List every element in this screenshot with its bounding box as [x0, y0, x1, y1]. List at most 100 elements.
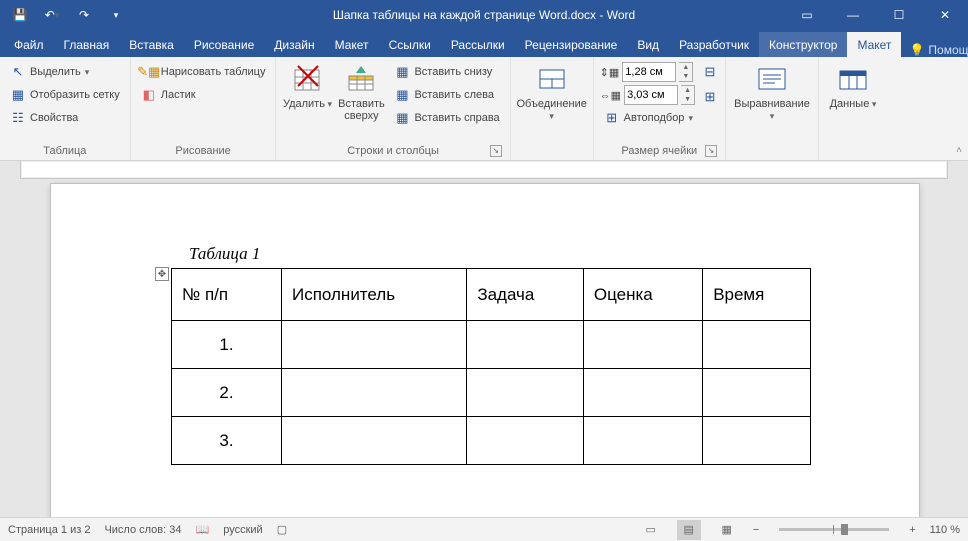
col-width-spinner[interactable]: ▲▼	[681, 85, 695, 105]
merge-button[interactable]: Объединение	[517, 61, 587, 155]
tab-file[interactable]: Файл	[4, 32, 54, 57]
word-count-status[interactable]: Число слов: 34	[104, 524, 181, 536]
horizontal-ruler[interactable]	[20, 161, 948, 179]
insert-below-button[interactable]: ▦Вставить снизу	[390, 61, 503, 83]
data-button[interactable]: Данные	[825, 61, 881, 155]
table-row[interactable]: 3.	[172, 417, 811, 465]
view-gridlines-button[interactable]: ▦Отобразить сетку	[6, 84, 124, 106]
table-header-cell[interactable]: Задача	[467, 269, 584, 321]
eraser-button[interactable]: ◧Ластик	[137, 84, 270, 106]
undo-button[interactable]: ↶	[40, 3, 64, 27]
print-layout-view-button[interactable]: ▤	[677, 520, 701, 540]
tab-references[interactable]: Ссылки	[379, 32, 441, 57]
tab-developer[interactable]: Разработчик	[669, 32, 759, 57]
minimize-button[interactable]: ―	[830, 0, 876, 30]
properties-button[interactable]: ☷Свойства	[6, 107, 124, 129]
tab-mailings[interactable]: Рассылки	[441, 32, 515, 57]
insert-left-icon: ▦	[394, 87, 410, 103]
table-cell[interactable]	[467, 369, 584, 417]
language-status[interactable]: русский	[223, 524, 262, 536]
table-caption[interactable]: Таблица 1	[189, 244, 799, 264]
row-height-field[interactable]	[622, 62, 676, 82]
maximize-button[interactable]: ☐	[876, 0, 922, 30]
distribute-rows-button[interactable]: ⊟	[701, 61, 719, 83]
table-cell[interactable]	[467, 417, 584, 465]
spellcheck-status[interactable]: 📖	[196, 523, 210, 536]
redo-button[interactable]: ↷	[72, 3, 96, 27]
table-cell[interactable]: 1.	[172, 321, 282, 369]
table-cell[interactable]	[282, 369, 467, 417]
table-cell[interactable]	[467, 321, 584, 369]
table-header-cell[interactable]: Исполнитель	[282, 269, 467, 321]
insert-above-button[interactable]: Вставить сверху	[336, 61, 386, 143]
tab-insert[interactable]: Вставка	[119, 32, 184, 57]
alignment-button[interactable]: Выравнивание	[732, 61, 812, 155]
distribute-cols-icon: ⊞	[702, 89, 718, 105]
table-cell[interactable]	[282, 321, 467, 369]
cell-size-dialog-launcher[interactable]: ↘	[705, 145, 717, 157]
title-bar: 💾 ↶ ↷ ▾ Шапка таблицы на каждой странице…	[0, 0, 968, 30]
tab-view[interactable]: Вид	[627, 32, 669, 57]
draw-table-button[interactable]: ✎▦Нарисовать таблицу	[137, 61, 270, 83]
table-cell[interactable]	[583, 369, 702, 417]
qat-customize-button[interactable]: ▾	[104, 3, 128, 27]
group-cell-size: ⇕▦▲▼ ⇔▦▲▼ ⊞Автоподбор ⊟ ⊞ Размер ячейки↘	[594, 57, 726, 160]
group-data: Данные	[819, 57, 887, 160]
table-cell[interactable]	[703, 321, 811, 369]
zoom-slider-thumb[interactable]	[841, 524, 848, 535]
zoom-out-button[interactable]: −	[753, 524, 759, 536]
document-table[interactable]: № п/п Исполнитель Задача Оценка Время 1.…	[171, 268, 811, 465]
tell-me-search[interactable]: 💡 Помощн	[901, 43, 968, 57]
read-mode-view-button[interactable]: ▭	[639, 520, 663, 540]
page-number-status[interactable]: Страница 1 из 2	[8, 524, 90, 536]
group-data-label	[825, 155, 881, 160]
table-cell[interactable]	[703, 417, 811, 465]
zoom-level[interactable]: 110 %	[930, 524, 960, 536]
eraser-icon: ◧	[141, 87, 157, 103]
table-cell[interactable]	[583, 321, 702, 369]
table-cell[interactable]	[703, 369, 811, 417]
status-bar: Страница 1 из 2 Число слов: 34 📖 русский…	[0, 517, 968, 541]
zoom-slider[interactable]	[779, 528, 889, 531]
delete-button[interactable]: Удалить	[282, 61, 332, 143]
table-header-row[interactable]: № п/п Исполнитель Задача Оценка Время	[172, 269, 811, 321]
distribute-cols-button[interactable]: ⊞	[701, 86, 719, 108]
insert-left-button[interactable]: ▦Вставить слева	[390, 84, 503, 106]
autofit-button[interactable]: ⊞Автоподбор	[600, 107, 697, 129]
insert-right-button[interactable]: ▦Вставить справа	[390, 107, 503, 129]
table-header-cell[interactable]: Оценка	[583, 269, 702, 321]
web-layout-view-button[interactable]: ▦	[715, 520, 739, 540]
table-cell[interactable]	[282, 417, 467, 465]
macro-status[interactable]: ▢	[277, 523, 287, 536]
tab-table-layout[interactable]: Макет	[847, 32, 901, 57]
ribbon-display-options-button[interactable]: ▭	[784, 0, 830, 30]
table-cell[interactable]: 3.	[172, 417, 282, 465]
macro-record-icon: ▢	[277, 523, 287, 536]
document-page[interactable]: Таблица 1 ✥ № п/п Исполнитель Задача Оце…	[50, 183, 920, 517]
tab-draw[interactable]: Рисование	[184, 32, 264, 57]
rows-cols-dialog-launcher[interactable]: ↘	[490, 145, 502, 157]
table-cell[interactable]	[583, 417, 702, 465]
tab-layout[interactable]: Макет	[325, 32, 379, 57]
autofit-icon: ⊞	[604, 110, 620, 126]
table-row[interactable]: 1.	[172, 321, 811, 369]
col-width-field[interactable]	[624, 85, 678, 105]
tab-table-design[interactable]: Конструктор	[759, 32, 847, 57]
row-height-input[interactable]: ⇕▦▲▼	[600, 61, 697, 83]
zoom-in-button[interactable]: +	[909, 524, 915, 536]
select-button[interactable]: ↖Выделить	[6, 61, 124, 83]
col-width-input[interactable]: ⇔▦▲▼	[600, 84, 697, 106]
tab-home[interactable]: Главная	[54, 32, 120, 57]
collapse-ribbon-button[interactable]: ˄	[956, 145, 962, 156]
table-move-handle[interactable]: ✥	[155, 267, 169, 281]
close-button[interactable]: ✕	[922, 0, 968, 30]
tab-design[interactable]: Дизайн	[264, 32, 324, 57]
table-row[interactable]: 2.	[172, 369, 811, 417]
table-header-cell[interactable]: Время	[703, 269, 811, 321]
table-header-cell[interactable]: № п/п	[172, 269, 282, 321]
group-rows-columns-label: Строки и столбцы↘	[282, 143, 503, 160]
row-height-spinner[interactable]: ▲▼	[679, 62, 693, 82]
tab-review[interactable]: Рецензирование	[515, 32, 628, 57]
table-cell[interactable]: 2.	[172, 369, 282, 417]
save-icon[interactable]: 💾	[8, 3, 32, 27]
